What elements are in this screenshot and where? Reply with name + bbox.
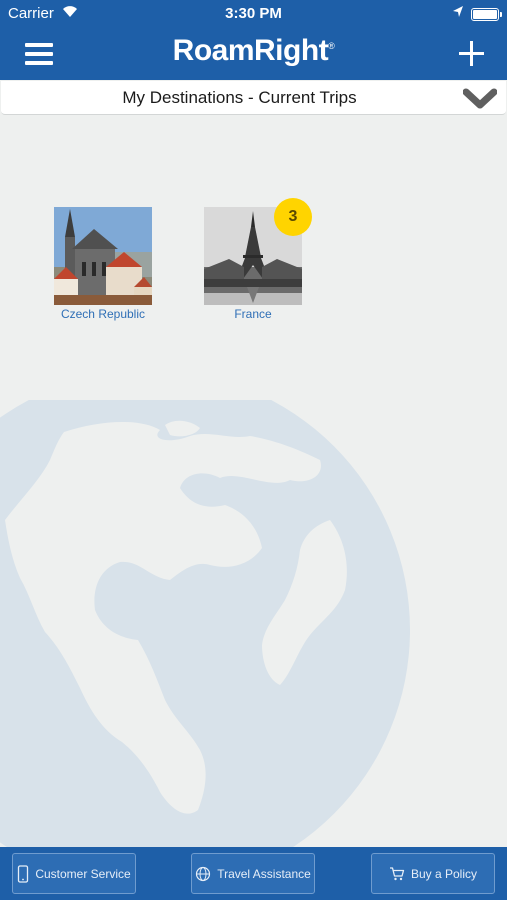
chevron-down-icon[interactable] [462,88,498,110]
location-arrow-icon [452,5,464,22]
status-bar: Carrier 3:30 PM [0,0,507,28]
roamright-logo: RoamRight® [0,34,507,68]
destination-name: France [234,307,272,321]
travel-assistance-button[interactable]: Travel Assistance [191,853,315,894]
destination-czech-republic[interactable]: Czech Republic [43,207,163,321]
bottom-toolbar: Customer Service Travel Assistance Buy a… [0,847,507,900]
phone-icon [17,864,29,883]
church-photo [54,207,152,305]
cart-icon [389,866,405,881]
dropdown-label: My Destinations - Current Trips [122,88,357,107]
buy-policy-label: Buy a Policy [410,866,478,881]
plus-icon[interactable] [456,38,488,70]
trips-dropdown[interactable]: My Destinations - Current Trips [1,81,506,115]
battery-icon [471,8,502,21]
travel-assistance-label: Travel Assistance [217,866,311,881]
registered-mark: ® [328,41,335,51]
buy-policy-button[interactable]: Buy a Policy [371,853,495,894]
destination-name: Czech Republic [60,307,146,321]
globe-icon [195,866,211,882]
trip-count-badge: 3 [274,198,312,236]
customer-service-button[interactable]: Customer Service [12,853,136,894]
status-time: 3:30 PM [225,5,282,22]
customer-service-label: Customer Service [35,866,131,881]
logo-text: RoamRight [172,34,329,67]
globe-illustration [0,400,410,850]
nav-bar: RoamRight® [0,28,507,80]
